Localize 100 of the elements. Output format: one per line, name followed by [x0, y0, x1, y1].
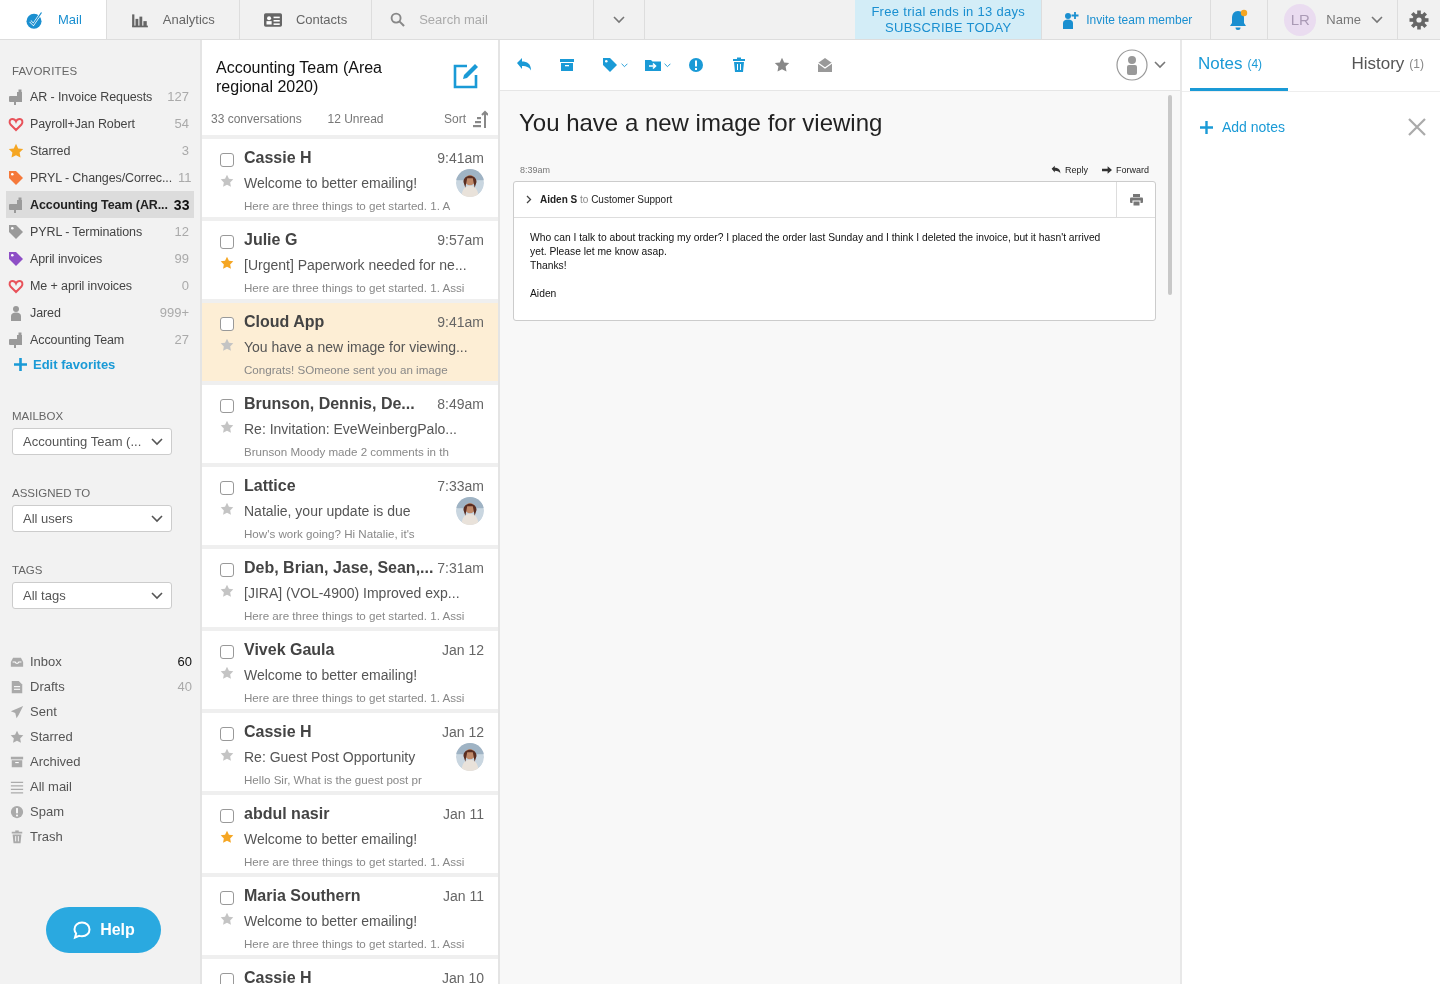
message-time: 7:33am — [437, 478, 484, 494]
message-time: Jan 12 — [441, 642, 484, 658]
conversation-card[interactable]: abdul nasir Jan 11 Welcome to better emailing! Here are three things to get started. 1. Assi — [202, 795, 498, 873]
checkbox[interactable] — [220, 809, 234, 823]
favorite-item[interactable]: Accounting Team 27 — [6, 326, 194, 353]
reply-arrow-icon — [1050, 165, 1061, 175]
message-time: 9:41am — [437, 150, 484, 166]
filter-dropdown[interactable]: Accounting Team (... — [12, 428, 172, 455]
message-preview: How's work going? Hi Natalie, it's — [244, 526, 416, 540]
checkbox[interactable] — [220, 317, 234, 331]
message-preview: Here are three things to get started. 1. Assi — [244, 280, 466, 294]
scrollbar[interactable] — [1168, 95, 1172, 295]
printer-icon — [1129, 193, 1143, 206]
filter-label: MAILBOX — [12, 410, 65, 422]
favorite-item[interactable]: Payroll+Jan Robert 54 — [6, 110, 194, 137]
conversation-card[interactable]: Brunson, Dennis, De... 8:49am Re: Invitation: EveWeinbergPalo... Brunson Moody made 2 comments in th — [202, 385, 498, 463]
message-time: Jan 11 — [443, 806, 484, 822]
plus-icon — [1200, 120, 1213, 134]
message-subject: Re: Guest Post Opportunity — [244, 749, 417, 765]
forward-link[interactable]: Forward — [1102, 165, 1149, 175]
message-subject: You have a new image for viewing... — [244, 339, 469, 355]
checkbox[interactable] — [220, 891, 234, 905]
conversation-card[interactable]: Cassie H 9:41am Welcome to better emailing! Here are three things to get started. 1. A — [202, 139, 498, 217]
message-subject: Welcome to better emailing! — [244, 831, 419, 847]
close-icon[interactable] — [1408, 118, 1426, 136]
mailbox-title: Accounting Team (Area regional 2020) — [216, 58, 383, 96]
checkbox[interactable] — [220, 153, 234, 167]
conversation-card[interactable]: Lattice 7:33am Natalie, your update is due How's work going? Hi Natalie, it's — [202, 467, 498, 545]
envelope-icon — [817, 57, 833, 73]
folder-item[interactable]: Starred — [10, 724, 192, 749]
panel-tab[interactable]: History (1) — [1343, 40, 1432, 91]
conversation-card[interactable]: Maria Southern Jan 11 Welcome to better emailing! Here are three things to get started. 1. Assi — [202, 877, 498, 955]
favorite-item[interactable]: April invoices 99 — [6, 245, 194, 272]
sender-name: Maria Southern — [244, 887, 362, 905]
chat-bubble-icon — [72, 920, 93, 940]
compose-icon[interactable] — [452, 62, 480, 90]
conversation-card[interactable]: Julie G 9:57am [Urgent] Paperwork needed for ne... Here are three things to get started. 1. Assi — [202, 221, 498, 299]
filter-dropdown[interactable]: All users — [12, 505, 172, 532]
sender-name: Cassie H — [244, 969, 313, 984]
conversation-card[interactable]: Vivek Gaula Jan 12 Welcome to better emailing! Here are three things to get started. 1. Assi — [202, 631, 498, 709]
message-preview: Here are three things to get started. 1. Assi — [244, 936, 466, 950]
conversation-count: 33 conversations — [211, 112, 303, 126]
message-subject: Welcome to better emailing! — [244, 175, 419, 191]
folder-item[interactable]: Archived — [10, 749, 192, 774]
favorite-item[interactable]: AR - Invoice Requests 127 — [6, 83, 194, 110]
conversation-card[interactable]: Deb, Brian, Jase, Sean,... 7:31am [JIRA] (VOL-4900) Improved exp... Here are three things to get started. 1. Assi — [202, 549, 498, 627]
search-icon — [390, 12, 406, 27]
folder-item[interactable]: Spam — [10, 799, 192, 824]
conversation-card[interactable]: Cassie H Jan 12 Re: Guest Post Opportunity Hello Sir, What is the guest post pr — [202, 713, 498, 791]
sort-button[interactable]: Sort — [444, 110, 488, 128]
chevron-right-icon[interactable] — [526, 195, 532, 204]
plus-icon — [14, 358, 27, 371]
paper-plane-icon — [10, 704, 24, 719]
message-subject: [Urgent] Paperwork needed for ne... — [244, 257, 468, 273]
nav-tab[interactable]: Mail — [0, 0, 107, 39]
favorite-item[interactable]: PYRL - Terminations 12 — [6, 218, 194, 245]
sender-name: Cassie H — [244, 149, 313, 167]
conversation-card[interactable]: Cloud App 9:41am You have a new image for viewing... Congrats! SOmeone sent you an image — [202, 303, 498, 381]
filter-label: ASSIGNED TO — [12, 487, 92, 499]
folder-item[interactable]: Inbox 60 — [10, 649, 192, 674]
conversation-card[interactable]: Cassie H Jan 10 — [202, 959, 498, 984]
favorite-item[interactable]: Starred 3 — [6, 137, 194, 164]
tag-icon — [602, 57, 618, 73]
folder-item[interactable]: Drafts 40 — [10, 674, 192, 699]
message-time: Jan 12 — [441, 724, 484, 740]
filter-dropdown[interactable]: All tags — [12, 582, 172, 609]
assignee-button[interactable] — [1116, 49, 1166, 81]
checkbox[interactable] — [220, 399, 234, 413]
checkbox[interactable] — [220, 481, 234, 495]
checkmark-logo-icon — [24, 9, 44, 30]
settings-icon — [1409, 9, 1429, 30]
checkbox[interactable] — [220, 727, 234, 741]
user-avatar: LR — [1284, 3, 1317, 36]
reply-link[interactable]: Reply — [1050, 165, 1088, 175]
folder-item[interactable]: Sent — [10, 699, 192, 724]
checkbox[interactable] — [220, 235, 234, 249]
favorite-item[interactable]: Accounting Team (AR... 33 — [6, 191, 194, 218]
lines-icon — [10, 779, 24, 794]
checkbox[interactable] — [220, 563, 234, 577]
caret-icon — [664, 62, 671, 68]
sender-name: abdul nasir — [244, 805, 331, 823]
checkbox[interactable] — [220, 973, 234, 984]
message-time: 9:41am — [437, 314, 484, 330]
message-subject: Welcome to better emailing! — [244, 667, 419, 683]
search-field[interactable]: Search mail — [417, 11, 592, 28]
message-preview: Brunson Moody made 2 comments in th — [244, 444, 450, 458]
email-time: 8:39am — [520, 165, 551, 175]
add-person-icon — [1062, 10, 1081, 29]
section-heading: FAVORITES — [11, 65, 79, 77]
folder-item[interactable]: Trash — [10, 824, 192, 849]
checkbox[interactable] — [220, 645, 234, 659]
message-subject: Natalie, your update is due — [244, 503, 412, 519]
folder-item[interactable]: All mail — [10, 774, 192, 799]
message-subject: Welcome to better emailing! — [244, 913, 419, 929]
favorite-item[interactable]: Me + april invoices 0 — [6, 272, 194, 299]
user-menu[interactable]: LR Name — [1268, 0, 1398, 39]
favorite-item[interactable]: Jared 999+ — [6, 299, 194, 326]
favorite-item[interactable]: PRYL - Changes/Correc... 11 — [6, 164, 194, 191]
email-subject: You have a new image for viewing — [518, 108, 884, 138]
folder-arrow-icon — [645, 57, 661, 73]
